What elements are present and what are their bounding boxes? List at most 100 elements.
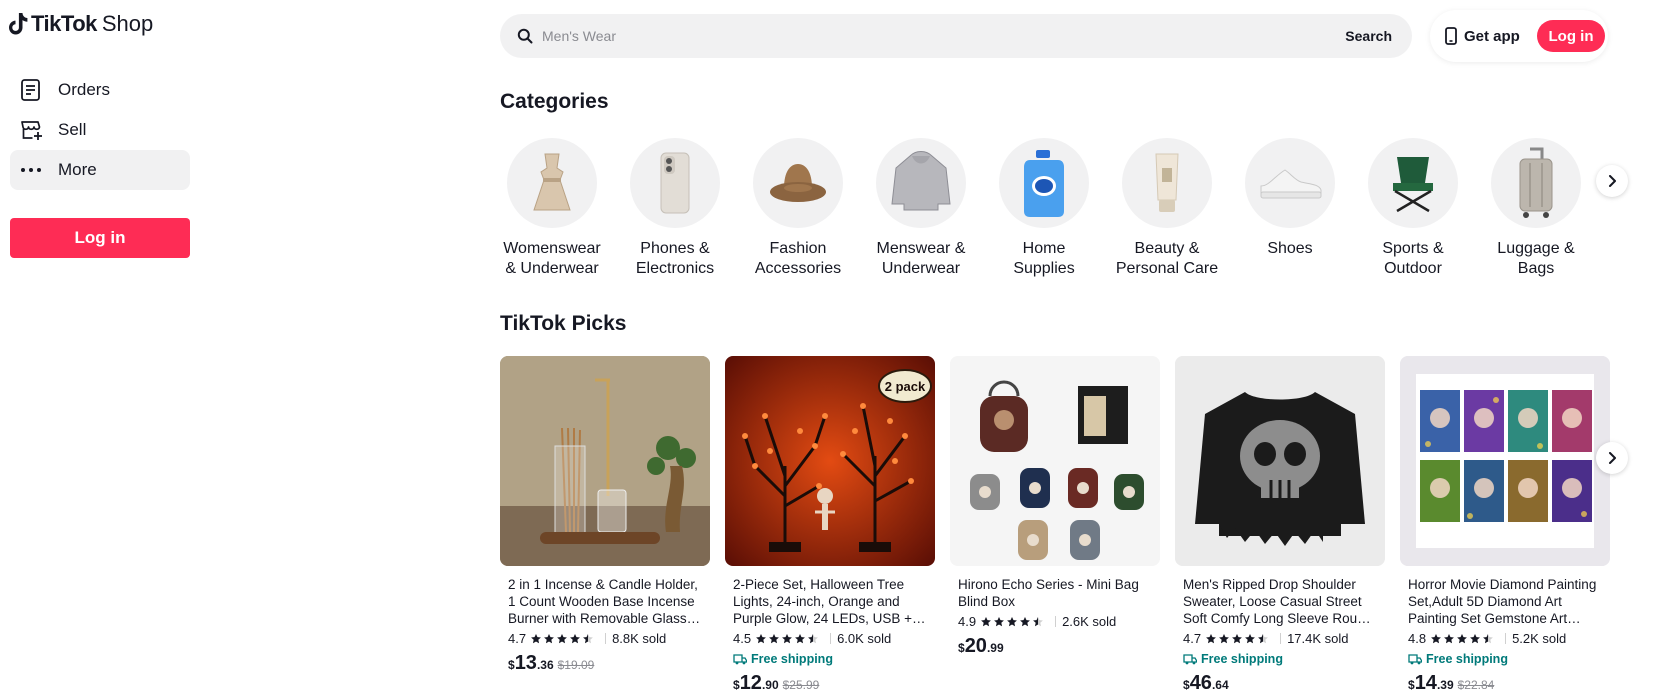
category-label: & Underwear xyxy=(505,260,599,277)
category-sports-outdoor[interactable]: Sports & Outdoor xyxy=(1352,138,1474,279)
rating-stars xyxy=(1205,633,1270,645)
product-price: $ 46 .64 xyxy=(1183,672,1377,695)
product-card[interactable]: Horror Movie Diamond Painting Set,Adult … xyxy=(1400,356,1610,695)
search-button[interactable]: Search xyxy=(1345,28,1392,44)
product-price: $ 13 .36 $19.09 xyxy=(508,652,702,675)
product-title[interactable]: Horror Movie Diamond Painting Set,Adult … xyxy=(1408,576,1602,627)
rating-value: 4.8 xyxy=(1408,631,1427,646)
sidebar-item-label: Orders xyxy=(58,80,110,99)
price-decimal: .36 xyxy=(536,658,554,672)
store-icon xyxy=(17,116,45,144)
suitcase-icon xyxy=(1491,138,1581,228)
header-login-button[interactable]: Log in xyxy=(1537,20,1605,52)
product-card[interactable]: 2 pack 2-Piece Set, Halloween Tree Light… xyxy=(725,356,935,695)
original-price: $22.84 xyxy=(1457,678,1495,692)
star-icon xyxy=(1258,633,1268,643)
category-womenswear[interactable]: Womenswear & Underwear xyxy=(491,138,613,279)
divider xyxy=(1280,633,1282,644)
category-label: Underwear xyxy=(881,260,961,277)
categories-next-button[interactable] xyxy=(1596,165,1628,197)
star-icon xyxy=(994,616,1004,626)
shipping-label: Free shipping xyxy=(1201,652,1283,666)
price-integer: 14 xyxy=(1414,672,1437,694)
top-actions: Get app Log in xyxy=(1430,10,1608,62)
category-fashion-accessories[interactable]: Fashion Accessories xyxy=(737,138,859,279)
category-menswear[interactable]: Menswear & Underwear xyxy=(860,138,982,279)
logo-brand: TikTok xyxy=(31,11,97,36)
get-app-button[interactable]: Get app xyxy=(1445,24,1520,48)
price-decimal: .64 xyxy=(1211,678,1229,692)
category-luggage[interactable]: Luggage & Bags xyxy=(1475,138,1597,279)
camping-chair-icon xyxy=(1368,138,1458,228)
product-card[interactable]: Men's Ripped Drop Shoulder Sweater, Loos… xyxy=(1175,356,1385,695)
star-icon xyxy=(1206,633,1216,643)
product-title[interactable]: 2-Piece Set, Halloween Tree Lights, 24-i… xyxy=(733,576,927,627)
incense-holder-image xyxy=(500,356,710,566)
search-input[interactable] xyxy=(542,28,1346,44)
phone-icon xyxy=(630,138,720,228)
original-price: $19.09 xyxy=(557,658,595,672)
price-decimal: .39 xyxy=(1436,678,1454,692)
rating-stars xyxy=(530,633,595,645)
category-label: Womenswear xyxy=(503,240,601,257)
star-icon xyxy=(1431,633,1441,643)
halloween-tree-image: 2 pack xyxy=(725,356,935,566)
star-icon xyxy=(1470,633,1480,643)
rating-stars xyxy=(1430,633,1495,645)
sidebar-item-label: Sell xyxy=(58,120,87,139)
product-card[interactable]: 2 in 1 Incense & Candle Holder, 1 Count … xyxy=(500,356,710,675)
category-shoes[interactable]: Shoes xyxy=(1229,138,1351,259)
sidebar-item-more[interactable]: More xyxy=(10,150,190,190)
price-currency: $ xyxy=(1408,678,1415,692)
star-icon xyxy=(1444,633,1454,643)
star-icon xyxy=(1483,633,1493,643)
star-icon xyxy=(795,633,805,643)
product-title[interactable]: Hirono Echo Series - Mini Bag Blind Box xyxy=(958,576,1152,610)
picks-next-button[interactable] xyxy=(1596,442,1628,474)
pack-badge: 2 pack xyxy=(885,379,926,394)
category-label: Shoes xyxy=(1267,240,1313,257)
more-dots-icon xyxy=(17,156,45,184)
star-icon xyxy=(1219,633,1229,643)
tiktok-logo-icon xyxy=(9,13,28,35)
rating-stars xyxy=(980,616,1045,628)
skull-sweater-image xyxy=(1175,356,1385,566)
category-label: Fashion xyxy=(769,240,827,257)
star-icon xyxy=(756,633,766,643)
shipping-label: Free shipping xyxy=(751,652,833,666)
tiktok-picks-heading: TikTok Picks xyxy=(500,312,627,335)
price-currency: $ xyxy=(958,641,965,655)
cream-tube-icon xyxy=(1122,138,1212,228)
star-icon xyxy=(1232,633,1242,643)
tiktok-shop-logo[interactable]: TikTok Shop xyxy=(9,10,153,38)
search-bar[interactable]: Search xyxy=(500,14,1412,58)
category-home-supplies[interactable]: Home Supplies xyxy=(983,138,1105,279)
category-label: Beauty & xyxy=(1134,240,1200,257)
price-currency: $ xyxy=(1183,678,1190,692)
price-currency: $ xyxy=(733,678,740,692)
divider xyxy=(830,633,832,644)
divider xyxy=(605,633,607,644)
category-label: Menswear & xyxy=(876,240,966,257)
bucket-hat-icon xyxy=(753,138,843,228)
product-title[interactable]: 2 in 1 Incense & Candle Holder, 1 Count … xyxy=(508,576,702,627)
categories-heading: Categories xyxy=(500,90,609,113)
price-integer: 12 xyxy=(739,672,762,694)
truck-icon xyxy=(1183,653,1197,664)
product-title[interactable]: Men's Ripped Drop Shoulder Sweater, Loos… xyxy=(1183,576,1377,627)
category-beauty[interactable]: Beauty & Personal Care xyxy=(1106,138,1228,279)
sidebar: TikTok Shop Orders Sell More Log in xyxy=(0,0,200,700)
star-icon xyxy=(531,633,541,643)
rating-stars xyxy=(755,633,820,645)
mobile-phone-icon xyxy=(1445,27,1457,45)
diamond-painting-image xyxy=(1400,356,1610,566)
star-icon xyxy=(544,633,554,643)
category-label: Electronics xyxy=(635,260,715,277)
category-phones[interactable]: Phones & Electronics xyxy=(614,138,736,279)
sidebar-login-button[interactable]: Log in xyxy=(10,218,190,258)
sidebar-item-sell[interactable]: Sell xyxy=(10,110,190,150)
rating-value: 4.9 xyxy=(958,614,977,629)
product-card[interactable]: Hirono Echo Series - Mini Bag Blind Box … xyxy=(950,356,1160,658)
sidebar-item-orders[interactable]: Orders xyxy=(10,70,190,110)
sneaker-icon xyxy=(1245,138,1335,228)
